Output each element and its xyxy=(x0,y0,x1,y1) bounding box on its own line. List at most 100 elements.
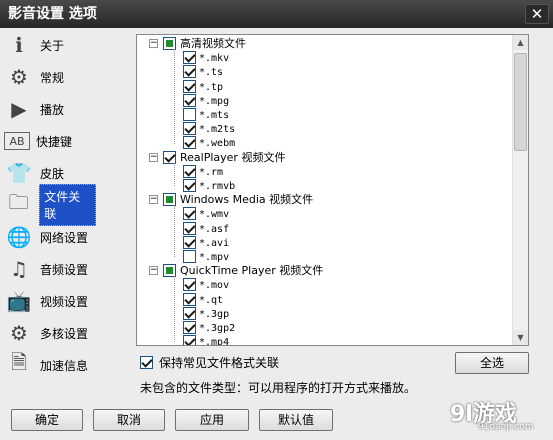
collapse-icon[interactable]: − xyxy=(149,195,158,205)
scroll-thumb[interactable] xyxy=(514,53,527,151)
group-label: RealPlayer 视频文件 xyxy=(180,150,286,164)
keep-associations-checkbox[interactable] xyxy=(140,355,153,369)
tree-item-row[interactable]: *.mp4 xyxy=(137,335,507,345)
sidebar-item-label: 快捷键 xyxy=(36,134,73,149)
file-type-checkbox[interactable] xyxy=(183,306,196,320)
ok-button[interactable]: 确定 xyxy=(11,409,83,431)
tree-item-row[interactable]: *.mkv xyxy=(137,51,507,65)
file-type-label: *.avi xyxy=(199,237,230,249)
file-type-checkbox[interactable] xyxy=(183,292,196,306)
file-type-checkbox[interactable] xyxy=(183,122,196,136)
sidebar-item[interactable]: ♫ 音频设置 xyxy=(4,254,96,284)
sidebar-item-label: 多核设置 xyxy=(40,326,89,341)
file-type-label: *.mts xyxy=(199,110,230,121)
tree-item-row[interactable]: *.asf xyxy=(137,221,507,236)
file-type-label: *.mkv xyxy=(199,53,230,65)
sidebar-item[interactable]: ℹ 关于 xyxy=(4,30,96,60)
tree-item-row[interactable]: *.webm xyxy=(137,136,507,150)
scroll-down-icon[interactable]: ▼ xyxy=(513,330,528,345)
file-type-checkbox[interactable] xyxy=(183,108,196,121)
sidebar-item[interactable]: 📺 视频设置 xyxy=(4,286,96,316)
sidebar-item[interactable]: 🗀 文件关联 xyxy=(4,184,96,226)
tree-item-row[interactable]: *.rm xyxy=(137,164,507,179)
tree-item-row[interactable]: *.mpg xyxy=(137,93,507,108)
collapse-icon[interactable]: − xyxy=(149,39,158,48)
sidebar-item[interactable]: 🗎 加速信息 xyxy=(4,350,96,380)
document-icon: 🗎 xyxy=(10,350,28,374)
sidebar-item-label: 播放 xyxy=(40,102,65,117)
tree-item-row[interactable]: *.3gp xyxy=(137,306,507,321)
file-type-checkbox[interactable] xyxy=(183,321,196,334)
title-bar: 影音设置 选项 ✕ xyxy=(0,0,553,28)
tree-group-row[interactable]: − RealPlayer 视频文件 xyxy=(137,150,507,165)
file-type-label: *.qt xyxy=(199,294,224,306)
watermark-url: 91danji.com xyxy=(478,422,534,432)
tree-item-row[interactable]: *.tp xyxy=(137,79,507,94)
tree-group-row[interactable]: − QuickTime Player 视频文件 xyxy=(137,264,507,278)
collapse-icon[interactable]: − xyxy=(149,152,158,162)
file-type-checkbox[interactable] xyxy=(183,250,196,263)
group-label: Windows Media 视频文件 xyxy=(180,193,314,207)
tree-item-row[interactable]: *.mov xyxy=(137,278,507,292)
keyboard-icon: AB xyxy=(4,132,30,150)
file-type-checkbox[interactable] xyxy=(183,93,196,107)
sidebar-item-label: 文件关联 xyxy=(39,184,96,226)
tree-item-row[interactable]: *.ts xyxy=(137,65,507,79)
file-association-tree: ▲ ▼ − 高清视频文件 *.mkv *.ts *.tp *.mpg *.mts *.m2ts… xyxy=(136,34,529,346)
tree-item-row[interactable]: *.3gp2 xyxy=(137,321,507,335)
tree-item-row[interactable]: *.m2ts xyxy=(137,122,507,136)
tree-item-row[interactable]: *.rmvb xyxy=(137,179,507,193)
tree-item-row[interactable]: *.wmv xyxy=(137,207,507,221)
tree-item-row[interactable]: *.mts xyxy=(137,108,507,122)
file-type-checkbox[interactable] xyxy=(183,207,196,221)
file-type-label: *.3gp xyxy=(199,308,230,320)
file-type-checkbox[interactable] xyxy=(183,335,196,345)
globe-icon: 🌐 xyxy=(6,225,32,249)
sidebar: ℹ 关于 ⚙ 常规 ▶ 播放 AB 快捷键 👕 皮肤 🗀 文件关联 🌐 网络设置 ♫ 音频设置 📺 视频设置 ⚙ 多核… xyxy=(0,28,120,396)
keep-associations-label: 保持常见文件格式关联 xyxy=(159,355,280,370)
scroll-up-icon[interactable]: ▲ xyxy=(513,35,528,50)
sidebar-item[interactable]: 🌐 网络设置 xyxy=(4,222,96,252)
file-type-checkbox[interactable] xyxy=(183,51,196,65)
select-all-button[interactable]: 全选 xyxy=(455,352,529,374)
file-type-checkbox[interactable] xyxy=(183,164,196,178)
info-icon: ℹ xyxy=(15,33,23,57)
file-type-label: *.mpg xyxy=(199,95,230,107)
apply-button[interactable]: 应用 xyxy=(175,409,249,431)
file-type-label: *.rm xyxy=(199,166,224,178)
file-type-checkbox[interactable] xyxy=(183,79,196,93)
sidebar-item[interactable]: ⚙ 多核设置 xyxy=(4,318,96,348)
file-type-label: *.wmv xyxy=(199,209,230,221)
group-label: 高清视频文件 xyxy=(180,37,246,50)
gear-icon: ⚙ xyxy=(10,65,28,89)
sidebar-item-label: 关于 xyxy=(40,38,65,53)
file-type-checkbox[interactable] xyxy=(183,65,196,79)
file-type-checkbox[interactable] xyxy=(183,235,196,249)
tree-connector xyxy=(174,49,175,144)
tree-scrollbar[interactable]: ▲ ▼ xyxy=(512,35,528,345)
tv-icon: 📺 xyxy=(6,289,32,313)
file-type-checkbox[interactable] xyxy=(183,179,196,192)
tree-group-row[interactable]: − Windows Media 视频文件 xyxy=(137,193,507,207)
collapse-icon[interactable]: − xyxy=(149,266,158,276)
file-type-label: *.rmvb xyxy=(199,181,236,192)
keep-associations-row[interactable]: 保持常见文件格式关联 xyxy=(140,354,279,370)
defaults-button[interactable]: 默认值 xyxy=(259,409,333,431)
hint-text: 未包含的文件类型：可以用程序的打开方式来播放。 xyxy=(140,381,417,395)
tree-item-row[interactable]: *.qt xyxy=(137,292,507,307)
file-type-checkbox[interactable] xyxy=(183,221,196,235)
tree-item-row[interactable]: *.avi xyxy=(137,235,507,250)
close-button[interactable]: ✕ xyxy=(525,4,549,24)
sidebar-item[interactable]: ▶ 播放 xyxy=(4,94,96,124)
sidebar-item[interactable]: AB 快捷键 xyxy=(4,126,96,156)
cancel-button[interactable]: 取消 xyxy=(93,409,165,431)
tree-group-row[interactable]: − 高清视频文件 xyxy=(137,37,507,51)
file-type-checkbox[interactable] xyxy=(183,136,196,150)
sidebar-item-label: 皮肤 xyxy=(40,166,65,181)
sidebar-item-label: 音频设置 xyxy=(40,262,89,277)
file-type-checkbox[interactable] xyxy=(183,278,196,292)
file-type-label: *.webm xyxy=(199,138,236,150)
tree-item-row[interactable]: *.mpv xyxy=(137,250,507,264)
sidebar-item[interactable]: ⚙ 常规 xyxy=(4,62,96,92)
sidebar-item-label: 网络设置 xyxy=(40,230,89,245)
